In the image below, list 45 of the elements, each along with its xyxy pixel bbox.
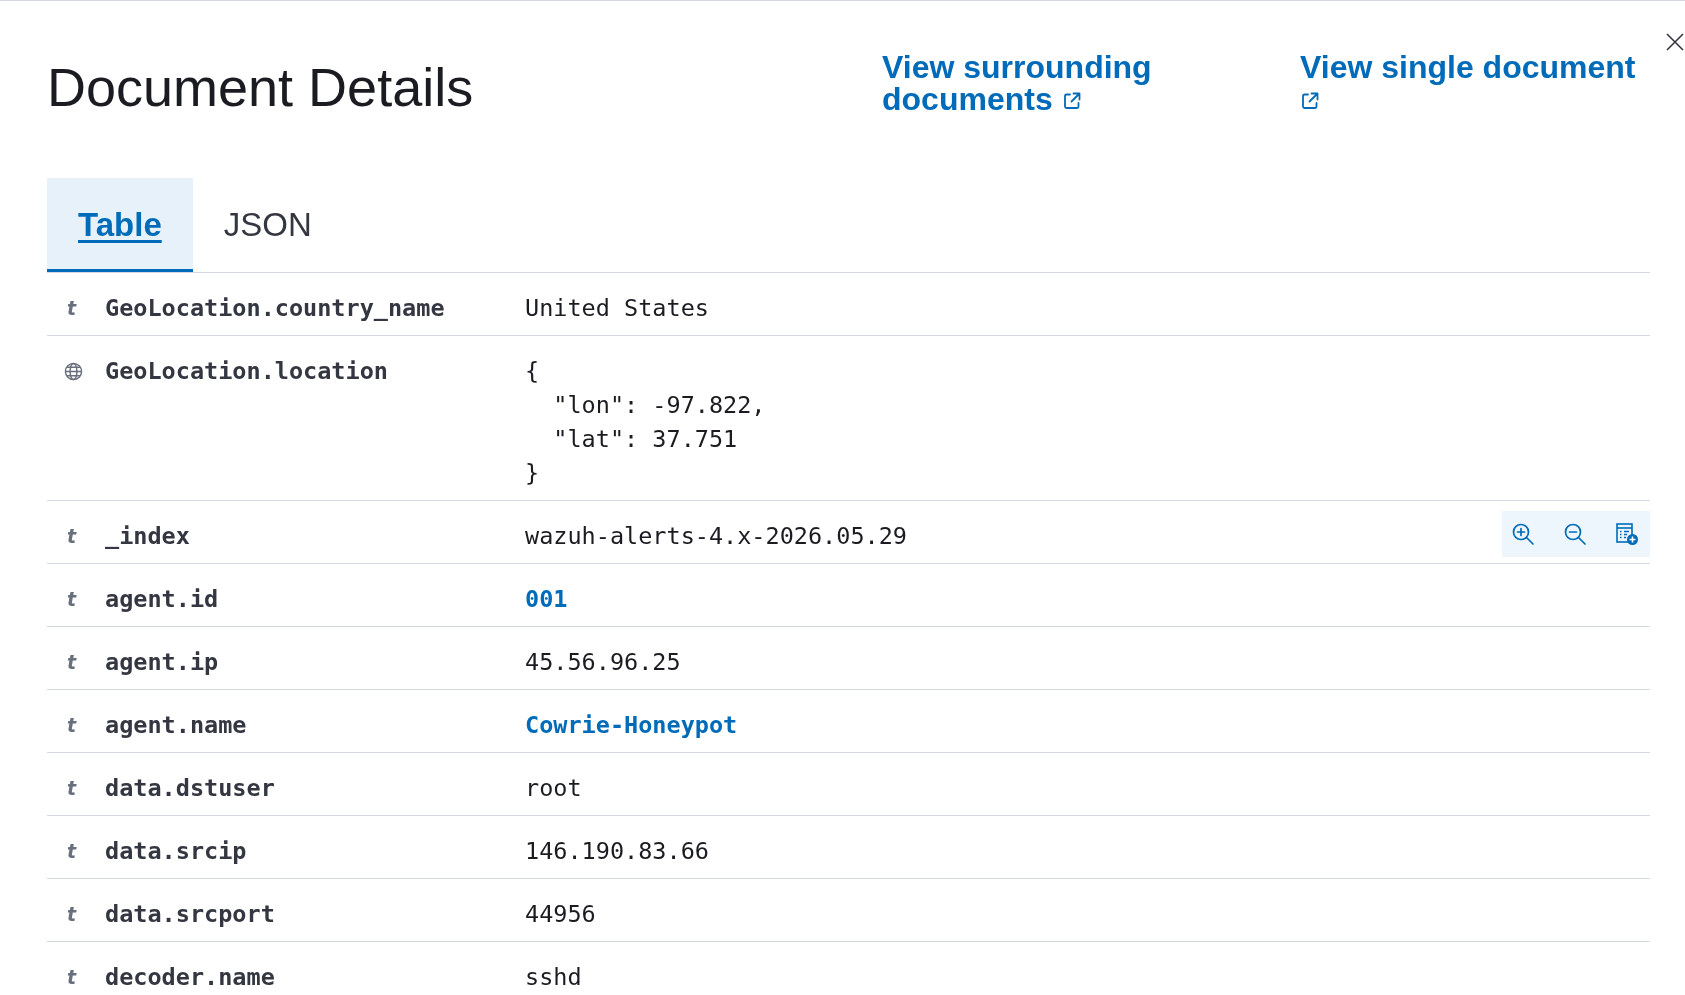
field-name: agent.name <box>105 711 247 739</box>
field-value: United States <box>525 293 709 324</box>
external-link-icon <box>1300 91 1320 111</box>
field-value: root <box>525 773 582 804</box>
add-column-button[interactable] <box>1616 523 1638 545</box>
string-type-icon: t <box>64 840 80 862</box>
field-name: data.srcport <box>105 900 275 928</box>
external-link-icon <box>1061 91 1082 111</box>
zoom-out-icon <box>1564 523 1586 545</box>
field-value: 45.56.96.25 <box>525 647 681 678</box>
field-name: agent.id <box>105 585 219 613</box>
string-type-icon: t <box>64 297 80 319</box>
field-value: 44956 <box>525 899 596 930</box>
string-type-icon: t <box>64 651 80 673</box>
field-name: agent.ip <box>105 648 219 676</box>
field-value: wazuh-alerts-4.x-2026.05.29 <box>525 521 907 552</box>
zoom-in-icon <box>1512 523 1534 545</box>
field-name: GeoLocation.country_name <box>105 294 445 322</box>
string-type-icon: t <box>64 777 80 799</box>
field-name: data.dstuser <box>105 774 275 802</box>
header-link[interactable]: View surrounding documents <box>882 51 1182 115</box>
string-type-icon: t <box>64 966 80 988</box>
close-button[interactable] <box>1666 33 1684 51</box>
zoom-in-button[interactable] <box>1512 523 1534 545</box>
field-value: 146.190.83.66 <box>525 836 709 867</box>
tab[interactable]: Table <box>47 178 193 272</box>
string-type-icon: t <box>64 714 80 736</box>
globe-icon <box>64 361 83 381</box>
header-link[interactable]: View single document <box>1300 51 1645 115</box>
field-name: _index <box>105 522 190 550</box>
page-title: Document Details <box>47 57 475 118</box>
string-type-icon: t <box>64 588 80 610</box>
string-type-icon: t <box>64 903 80 925</box>
field-value: { "lon": -97.822, "lat": 37.751 } <box>525 356 766 489</box>
field-value: sshd <box>525 962 582 993</box>
list-plus-icon <box>1616 523 1638 545</box>
string-type-icon: t <box>64 525 80 547</box>
zoom-out-button[interactable] <box>1564 523 1586 545</box>
close-icon <box>1666 33 1684 51</box>
field-name: data.srcip <box>105 837 247 865</box>
tab[interactable]: JSON <box>192 178 343 272</box>
value-link[interactable]: Cowrie-Honeypot <box>525 708 738 742</box>
field-name: decoder.name <box>105 963 275 991</box>
field-name: GeoLocation.location <box>105 357 388 385</box>
value-link[interactable]: 001 <box>525 582 568 616</box>
